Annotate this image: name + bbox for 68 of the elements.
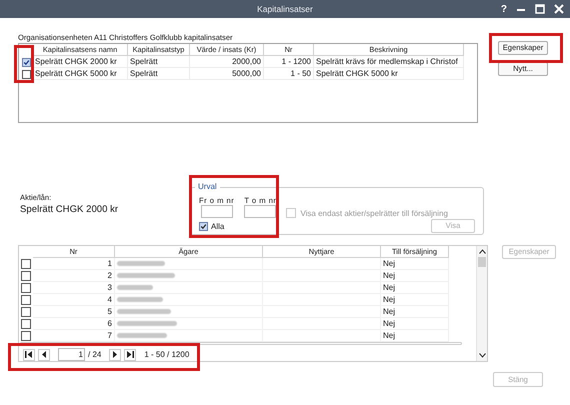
blurred-name xyxy=(117,285,153,290)
table-cell: Nej xyxy=(381,318,449,330)
maximize-icon[interactable] xyxy=(535,4,545,14)
scroll-down-icon[interactable] xyxy=(478,353,486,358)
vertical-scrollbar[interactable] xyxy=(476,246,487,361)
from-field[interactable] xyxy=(200,205,233,218)
table-cell: Spelrätt krävs för medlemskap i Christof xyxy=(314,56,464,68)
row-checkbox[interactable] xyxy=(22,58,30,66)
table-cell: Nej xyxy=(381,294,449,306)
table-cell: Nej xyxy=(381,330,449,342)
page-count: / 24 xyxy=(88,350,102,359)
blurred-name xyxy=(117,273,175,278)
row-checkbox[interactable] xyxy=(21,259,31,269)
blurred-name xyxy=(117,297,163,302)
last-page-button[interactable] xyxy=(124,348,136,360)
row-checkbox[interactable] xyxy=(21,295,31,305)
table-cell: Nej xyxy=(381,258,449,270)
table-cell: 2 xyxy=(33,270,115,282)
horizontal-scrollbar[interactable] xyxy=(20,342,462,345)
row-checkbox[interactable] xyxy=(21,271,31,281)
all-checkbox-label: Alla xyxy=(211,222,224,230)
record-range: 1 - 50 / 1200 xyxy=(144,350,190,359)
table-cell: 1 - 1200 xyxy=(264,56,314,68)
help-button[interactable]: ? xyxy=(500,4,507,14)
row-checkbox[interactable] xyxy=(21,319,31,329)
row-checkbox[interactable] xyxy=(21,331,31,341)
table-cell: 6 xyxy=(33,318,115,330)
row-checkbox[interactable] xyxy=(22,70,30,78)
table-cell: Spelrätt CHGK 5000 kr xyxy=(314,68,464,80)
table-cell: Nej xyxy=(381,306,449,318)
table-cell: Nej xyxy=(381,282,449,294)
to-field[interactable] xyxy=(244,205,276,218)
table-cell: 7 xyxy=(33,330,115,342)
table-cell: 3 xyxy=(33,282,115,294)
scroll-thumb[interactable] xyxy=(478,257,486,267)
window-title: Kapitalinsatser xyxy=(257,4,313,14)
blurred-name xyxy=(117,333,167,338)
left-triangle-icon xyxy=(41,351,47,358)
group-title: Urval xyxy=(195,182,220,191)
page-field[interactable]: 1 xyxy=(58,348,85,361)
table-cell: 1 - 50 xyxy=(264,68,314,80)
highlight-frame xyxy=(14,45,34,83)
blurred-name xyxy=(117,261,165,266)
right-triangle-icon xyxy=(112,351,118,358)
table-cell: Nej xyxy=(381,270,449,282)
sale-checkbox-label: Visa endast aktier/spelrätter till försäljning xyxy=(300,208,448,218)
row-checkbox[interactable] xyxy=(21,283,31,293)
row-checkbox[interactable] xyxy=(21,307,31,317)
table-cell: 2000,00 xyxy=(190,56,264,68)
table-cell: 5000,00 xyxy=(190,68,264,80)
table-cell: 5 xyxy=(33,306,115,318)
scroll-up-icon[interactable] xyxy=(478,249,486,254)
blurred-name xyxy=(117,321,177,326)
blurred-name xyxy=(117,309,171,314)
share-value: Spelrätt CHGK 2000 kr xyxy=(20,204,120,215)
table-cell: Spelrätt CHGK 2000 kr xyxy=(33,56,128,68)
table-cell: Spelrätt xyxy=(128,56,190,68)
table-cell: Spelrätt CHGK 5000 kr xyxy=(33,68,128,80)
table-cell: Spelrätt xyxy=(128,68,190,80)
previous-page-button[interactable] xyxy=(38,348,50,360)
next-page-button[interactable] xyxy=(109,348,122,360)
last-page-icon xyxy=(126,351,134,358)
close-icon[interactable] xyxy=(554,4,564,14)
table-cell: 1 xyxy=(33,258,115,270)
all-checkbox[interactable] xyxy=(199,222,208,230)
first-page-button[interactable] xyxy=(23,348,35,360)
first-page-icon xyxy=(25,351,33,358)
table-cell: 4 xyxy=(33,294,115,306)
